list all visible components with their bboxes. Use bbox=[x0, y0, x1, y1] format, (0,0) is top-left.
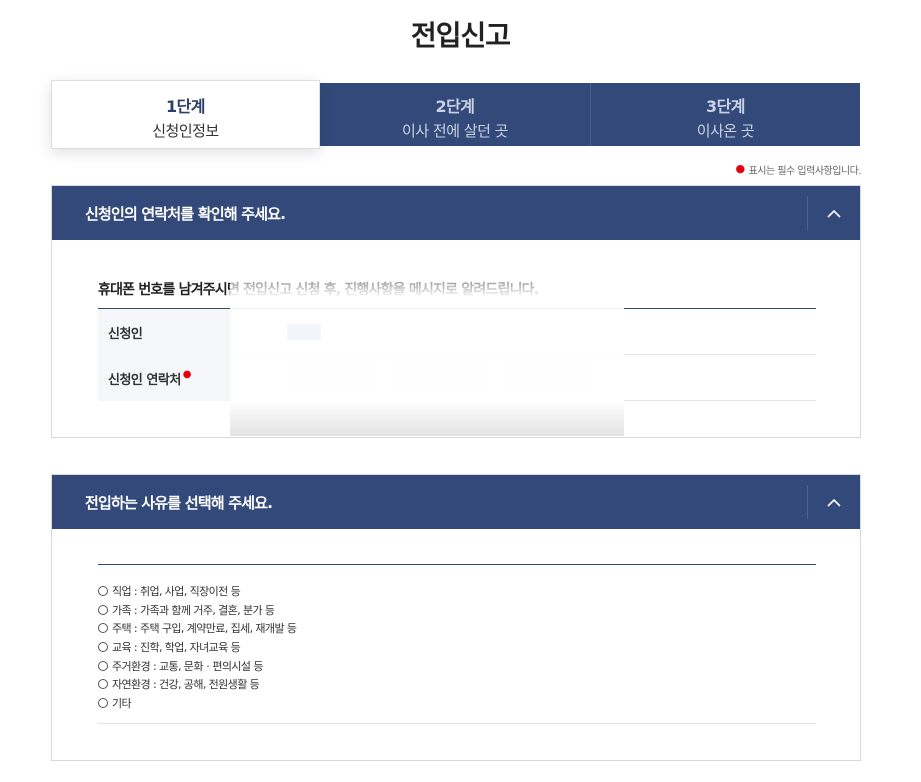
reason-option-label: 직업 : 취업, 사업, 직장이전 등 bbox=[112, 585, 241, 599]
reason-option-living-environment[interactable]: 주거환경 : 교통, 문화ㆍ편의시설 등 bbox=[98, 656, 296, 675]
required-dot-icon: ● bbox=[182, 369, 192, 380]
reason-option-education[interactable]: 교육 : 진학, 학업, 자녀교육 등 bbox=[98, 638, 296, 657]
applicant-phone-row: 신청인 연락처 ● bbox=[98, 355, 816, 401]
phone-part-1-field[interactable] bbox=[289, 363, 377, 391]
step-3-number: 3단계 bbox=[705, 97, 746, 116]
required-dot-icon: ● bbox=[735, 162, 745, 175]
step-1-label: 신청인정보 bbox=[152, 122, 219, 140]
reason-top-rule bbox=[98, 564, 816, 565]
reason-option-family[interactable]: 가족 : 가족과 함께 거주, 결혼, 분가 등 bbox=[98, 601, 296, 620]
contact-intro-text: 휴대폰 번호를 남겨주시면 전입신고 신청 후, 진행사항을 메시지로 알려드립… bbox=[98, 282, 539, 298]
required-note-text: 표시는 필수 입력사항입니다. bbox=[748, 166, 862, 177]
required-note: ● 표시는 필수 입력사항입니다. bbox=[735, 162, 861, 177]
reason-option-job[interactable]: 직업 : 취업, 사업, 직장이전 등 bbox=[98, 582, 296, 601]
contact-section: 신청인의 연락처를 확인해 주세요. 휴대폰 번호를 남겨주시면 전입신고 신청… bbox=[51, 185, 861, 438]
step-2-label: 이사 전에 살던 곳 bbox=[402, 122, 508, 140]
applicant-label-text: 신청인 bbox=[108, 327, 143, 342]
step-2[interactable]: 2단계 이사 전에 살던 곳 bbox=[320, 83, 590, 146]
radio-button[interactable] bbox=[98, 642, 108, 653]
reason-option-label: 교육 : 진학, 학업, 자녀교육 등 bbox=[112, 641, 241, 655]
reason-bottom-rule bbox=[98, 723, 816, 724]
chevron-up-icon bbox=[827, 209, 841, 218]
applicant-label: 신청인 bbox=[98, 309, 230, 355]
step-1[interactable]: 1단계 신청인정보 bbox=[51, 80, 320, 149]
reason-option-label: 자연환경 : 건강, 공해, 전원생활 등 bbox=[112, 678, 260, 692]
reason-section: 전입하는 사유를 선택해 주세요. 직업 : 취업, 사업, 직장이전 등 가족… bbox=[51, 474, 861, 761]
radio-button[interactable] bbox=[98, 604, 108, 615]
reason-option-label: 가족 : 가족과 함께 거주, 결혼, 분가 등 bbox=[112, 603, 275, 617]
reason-option-label: 기타 bbox=[112, 696, 132, 710]
radio-button[interactable] bbox=[98, 679, 108, 690]
applicant-phone-label: 신청인 연락처 ● bbox=[98, 355, 230, 401]
reason-option-natural-environment[interactable]: 자연환경 : 건강, 공해, 전원생활 등 bbox=[98, 675, 296, 694]
reason-option-label: 주택 : 주택 구입, 계약만료, 집세, 재개발 등 bbox=[112, 622, 297, 636]
applicant-name-value bbox=[287, 324, 321, 340]
reason-section-header: 전입하는 사유를 선택해 주세요. bbox=[52, 475, 860, 529]
radio-button[interactable] bbox=[98, 623, 108, 634]
contact-collapse-button[interactable] bbox=[808, 186, 860, 240]
phone-part-2-field[interactable] bbox=[396, 363, 484, 391]
reason-collapse-button[interactable] bbox=[808, 475, 860, 529]
step-3-label: 이사온 곳 bbox=[696, 122, 755, 140]
radio-button[interactable] bbox=[98, 586, 108, 597]
reason-option-other[interactable]: 기타 bbox=[98, 694, 296, 713]
contact-table: 신청인 신청인 연락처 ● bbox=[98, 308, 816, 401]
reason-option-housing[interactable]: 주택 : 주택 구입, 계약만료, 집세, 재개발 등 bbox=[98, 619, 297, 638]
radio-button[interactable] bbox=[98, 697, 108, 708]
step-1-number: 1단계 bbox=[165, 97, 206, 116]
applicant-row: 신청인 bbox=[98, 309, 816, 355]
contact-section-title: 신청인의 연락처를 확인해 주세요. bbox=[85, 205, 286, 223]
contact-section-header: 신청인의 연락처를 확인해 주세요. bbox=[52, 186, 860, 240]
step-3[interactable]: 3단계 이사온 곳 bbox=[590, 83, 860, 146]
applicant-phone-label-text: 신청인 연락처 bbox=[108, 373, 181, 388]
chevron-up-icon bbox=[827, 498, 841, 507]
page-title: 전입신고 bbox=[410, 19, 511, 52]
reason-section-title: 전입하는 사유를 선택해 주세요. bbox=[85, 494, 273, 512]
radio-button[interactable] bbox=[98, 660, 108, 671]
reason-radio-group: 직업 : 취업, 사업, 직장이전 등 가족 : 가족과 함께 거주, 결혼, … bbox=[98, 582, 297, 713]
step-2-number: 2단계 bbox=[435, 97, 475, 116]
phone-part-3-field[interactable] bbox=[504, 363, 592, 391]
reason-option-label: 주거환경 : 교통, 문화ㆍ편의시설 등 bbox=[112, 659, 263, 673]
